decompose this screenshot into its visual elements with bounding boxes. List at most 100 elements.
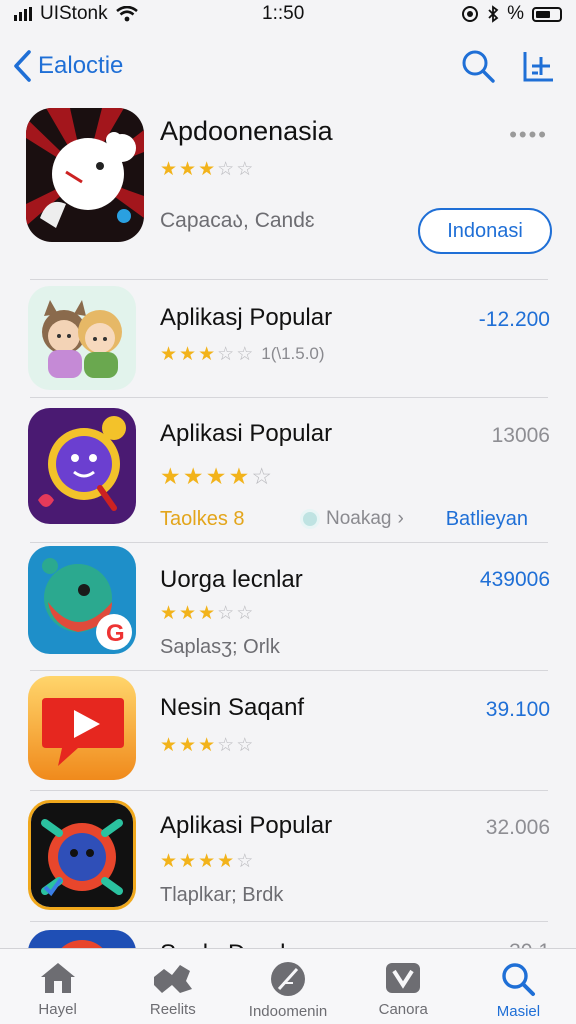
app-title: Aplikasj Popular — [160, 304, 333, 331]
app-icon — [28, 676, 136, 780]
feather-icon — [271, 962, 305, 996]
carrier-label: UIStonk — [40, 3, 108, 24]
status-bar: UIStonk 1::50 % — [0, 0, 576, 28]
app-rating: ★ ★ ★ ★ ☆ — [160, 852, 253, 871]
nav-actions — [460, 48, 564, 84]
tab-home[interactable]: Hayel — [0, 949, 115, 1024]
star-filled-icon: ★ — [179, 603, 197, 624]
app-icon — [28, 408, 136, 524]
star-filled-icon: ★ — [182, 464, 204, 491]
app-title: Aplikasi Popular — [160, 420, 333, 447]
app-list-item[interactable]: Sapln Daudar 30.1 — [28, 930, 552, 948]
featured-get-button[interactable]: Indonasi — [418, 208, 552, 254]
back-button[interactable]: Ealoctie — [12, 49, 123, 83]
featured-rating: ★ ★ ★ ☆ ☆ — [160, 160, 253, 179]
app-title: Uorga lecnlar — [160, 566, 303, 593]
star-filled-icon: ★ — [179, 735, 197, 756]
divider — [30, 397, 548, 398]
app-meta: Noakag › — [300, 508, 404, 530]
star-filled-icon: ★ — [179, 159, 197, 180]
app-rating: ★ ★ ★ ☆ ☆ — [160, 736, 253, 755]
app-icon: G — [28, 546, 136, 654]
star-empty-icon: ☆ — [217, 159, 235, 180]
star-empty-icon: ☆ — [236, 343, 254, 365]
info-dot-icon — [300, 509, 320, 529]
star-filled-icon: ★ — [179, 851, 197, 872]
app-meta-link[interactable]: Batlieyan — [446, 508, 528, 531]
app-price[interactable]: -12.200 — [479, 308, 550, 332]
star-filled-icon: ★ — [179, 343, 197, 365]
app-icon — [386, 963, 421, 993]
back-label: Ealoctie — [38, 52, 124, 79]
app-list-item[interactable]: Nesin Saqanf 39.100 ★ ★ ★ ☆ ☆ — [28, 676, 552, 780]
wifi-icon — [115, 6, 138, 22]
tab-canora[interactable]: Canora — [346, 949, 461, 1024]
app-price[interactable]: 30.1 — [509, 940, 550, 948]
svg-text:G: G — [106, 620, 125, 647]
divider — [30, 279, 548, 280]
star-filled-icon: ★ — [205, 464, 227, 491]
star-filled-icon: ★ — [198, 603, 216, 624]
star-filled-icon: ★ — [228, 464, 250, 491]
app-title: Nesin Saqanf — [160, 694, 305, 721]
search-icon — [502, 963, 536, 996]
tab-search[interactable]: Masiel — [461, 949, 576, 1024]
star-filled-icon: ★ — [160, 603, 178, 624]
chevron-right-icon: › — [397, 508, 404, 529]
star-filled-icon: ★ — [198, 851, 216, 872]
divider — [30, 790, 548, 791]
home-icon — [40, 963, 75, 993]
app-subtitle: Tlaplkar; Brdk — [160, 884, 284, 906]
app-price[interactable]: 39.100 — [486, 698, 550, 722]
app-title: Sapln Daudar — [160, 940, 307, 948]
star-filled-icon: ★ — [198, 343, 216, 365]
star-filled-icon: ★ — [217, 851, 235, 872]
app-subtitle: Saplasʒ; Orlk — [160, 636, 280, 658]
battery-percent: % — [507, 3, 524, 24]
star-empty-icon: ☆ — [236, 159, 254, 180]
star-filled-icon: ★ — [160, 464, 181, 491]
battery-icon — [532, 6, 562, 22]
tab-label: Indoomenin — [248, 1003, 328, 1020]
star-filled-icon: ★ — [198, 159, 216, 180]
add-list-icon[interactable] — [522, 49, 556, 83]
star-empty-icon: ☆ — [217, 735, 235, 756]
app-rating: ★ ★ ★ ☆ ☆ 1(\1.5.0) — [160, 344, 325, 364]
star-filled-icon: ★ — [160, 851, 178, 872]
more-options-icon[interactable]: •••• — [509, 122, 548, 148]
star-filled-icon: ★ — [160, 343, 178, 365]
app-price[interactable]: 13006 — [492, 424, 550, 448]
status-time: 1::50 — [262, 3, 305, 24]
chevron-left-icon — [14, 50, 31, 82]
app-icon — [28, 800, 136, 910]
featured-app-icon — [26, 108, 144, 242]
star-empty-icon: ☆ — [236, 603, 254, 624]
location-icon — [462, 6, 479, 22]
star-empty-icon: ☆ — [236, 735, 254, 756]
app-category: Taolkes 8 — [160, 508, 245, 530]
tab-label: Canora — [378, 1001, 428, 1018]
app-rating: ★ ★ ★ ☆ ☆ — [160, 604, 253, 623]
search-icon[interactable] — [460, 48, 496, 84]
app-icon — [28, 286, 136, 390]
tab-label: Hayel — [38, 1001, 77, 1018]
divider — [30, 670, 548, 671]
app-list-item[interactable]: Aplikasi Popular 32.006 ★ ★ ★ ★ ☆ Tlaplkar; … — [28, 800, 552, 912]
divider — [30, 542, 548, 543]
app-rating: ★ ★ ★ ★ ☆ — [160, 464, 272, 491]
tab-apps[interactable]: Reelits — [115, 949, 230, 1024]
app-list-item[interactable]: Aplikasi Popular 13006 ★ ★ ★ ★ ☆ Taolkes 8 N… — [28, 408, 552, 530]
bluetooth-icon — [488, 5, 499, 23]
status-left: UIStonk — [14, 3, 138, 25]
divider — [30, 921, 548, 922]
app-list-item[interactable]: Aplikasj Popular -12.200 ★ ★ ★ ☆ ☆ 1(\1.5.0) — [28, 286, 552, 390]
navigation-bar: Ealoctie — [0, 36, 576, 96]
tab-feature[interactable]: Indoomenin — [230, 949, 345, 1024]
featured-app[interactable]: Apdoonenasia •••• ★ ★ ★ ☆ ☆ Capacaა, Candɛ I… — [26, 108, 554, 254]
app-price[interactable]: 32.006 — [486, 816, 550, 840]
star-empty-icon: ☆ — [217, 603, 235, 624]
meta-label: Noakag — [326, 508, 392, 529]
app-list-item[interactable]: G Uorga lecnlar 439006 ★ ★ ★ ☆ ☆ Saplasʒ; Or… — [28, 546, 552, 658]
star-empty-icon: ☆ — [251, 464, 272, 491]
app-price[interactable]: 439006 — [480, 568, 550, 592]
